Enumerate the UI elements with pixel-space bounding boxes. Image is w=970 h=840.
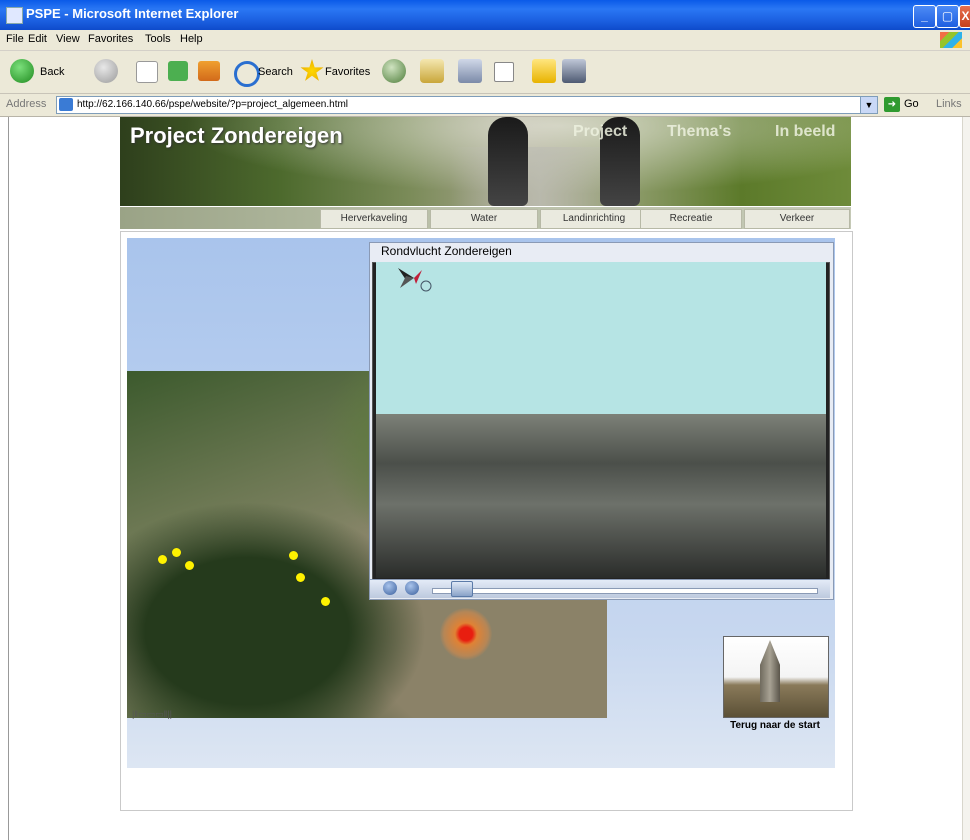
favorites-star-icon[interactable] [300,59,324,81]
map-marker[interactable] [158,555,167,564]
messenger-icon[interactable] [562,59,586,83]
go-button[interactable]: Go [904,98,919,110]
menu-view[interactable]: View [56,33,80,45]
vertical-scrollbar[interactable] [962,117,970,840]
current-location-hotspot[interactable] [440,608,492,660]
favorites-button[interactable]: Favorites [325,66,370,78]
site-title[interactable]: Project Zondereigen [130,123,343,149]
toolbar: Back Search Favorites [0,51,970,94]
window-title: PSPE - Microsoft Internet Explorer [26,6,239,21]
nav-in-beeld[interactable]: In beeld [775,123,835,141]
close-button[interactable]: X [959,5,970,28]
page-icon [59,98,73,111]
map-marker[interactable] [185,561,194,570]
video-seek-thumb[interactable] [451,581,474,597]
back-to-start-link[interactable]: Terug naar de start [723,720,827,731]
back-button[interactable]: Back [40,66,64,78]
menu-help[interactable]: Help [180,33,203,45]
search-button[interactable]: Search [258,66,293,78]
subnav-herverkaveling[interactable]: Herverkaveling [320,209,428,229]
video-ground [376,414,826,578]
map-marker[interactable] [172,548,181,557]
address-url[interactable]: http://62.166.140.66/pspe/website/?p=pro… [77,99,348,110]
address-label: Address [6,98,47,110]
subnav-verkeer[interactable]: Verkeer [744,209,850,229]
sub-navigation: Herverkaveling Water Landinrichting Recr… [120,207,851,229]
forward-arrow-icon[interactable] [94,59,118,83]
search-icon[interactable] [234,61,260,87]
address-bar: Address http://62.166.140.66/pspe/websit… [0,94,970,117]
windows-logo-icon [940,32,962,48]
home-icon[interactable] [198,61,220,81]
subnav-landinrichting[interactable]: Landinrichting [540,209,648,229]
chevron-down-icon[interactable]: ▼ [860,97,877,113]
cyclist-image [488,117,528,206]
video-sky [376,262,826,414]
edit-word-icon[interactable] [494,62,514,82]
map-marker[interactable] [296,573,305,582]
mail-icon[interactable] [420,59,444,83]
address-input[interactable]: http://62.166.140.66/pspe/website/?p=pro… [56,96,878,114]
maximize-button[interactable]: ▢ [936,5,959,28]
menu-bar: File Edit View Favorites Tools Help [0,30,970,51]
menu-favorites[interactable]: Favorites [88,33,133,45]
subnav-recreatie[interactable]: Recreatie [640,209,742,229]
play-icon[interactable] [383,581,397,595]
nav-themas[interactable]: Thema's [667,123,731,141]
compass-icon [398,268,432,292]
map-marker[interactable] [321,597,330,606]
ie-app-icon [6,7,23,24]
window-titlebar[interactable]: PSPE - Microsoft Internet Explorer _ ▢ X [0,0,970,30]
folder-icon[interactable] [532,59,556,83]
map-marker[interactable] [289,551,298,560]
go-arrow-icon[interactable]: ➜ [884,97,900,112]
back-arrow-icon[interactable] [10,59,34,83]
menu-edit[interactable]: Edit [28,33,47,45]
print-icon[interactable] [458,59,482,83]
menu-tools[interactable]: Tools [145,33,171,45]
minimize-button[interactable]: _ [913,5,936,28]
map-scale-icon: |‖▭▭▭‖|| [132,709,172,719]
menu-file[interactable]: File [6,33,24,45]
video-title: Rondvlucht Zondereigen [381,244,512,258]
stop-video-icon[interactable] [405,581,419,595]
refresh-icon[interactable] [168,61,188,81]
video-seek-track[interactable] [432,588,818,594]
subnav-water[interactable]: Water [430,209,538,229]
nav-project[interactable]: Project [573,123,627,141]
stop-icon[interactable] [136,61,158,83]
history-icon[interactable] [382,59,406,83]
links-button[interactable]: Links [936,98,962,110]
site-banner: Project Zondereigen Project Thema's In b… [120,117,851,206]
